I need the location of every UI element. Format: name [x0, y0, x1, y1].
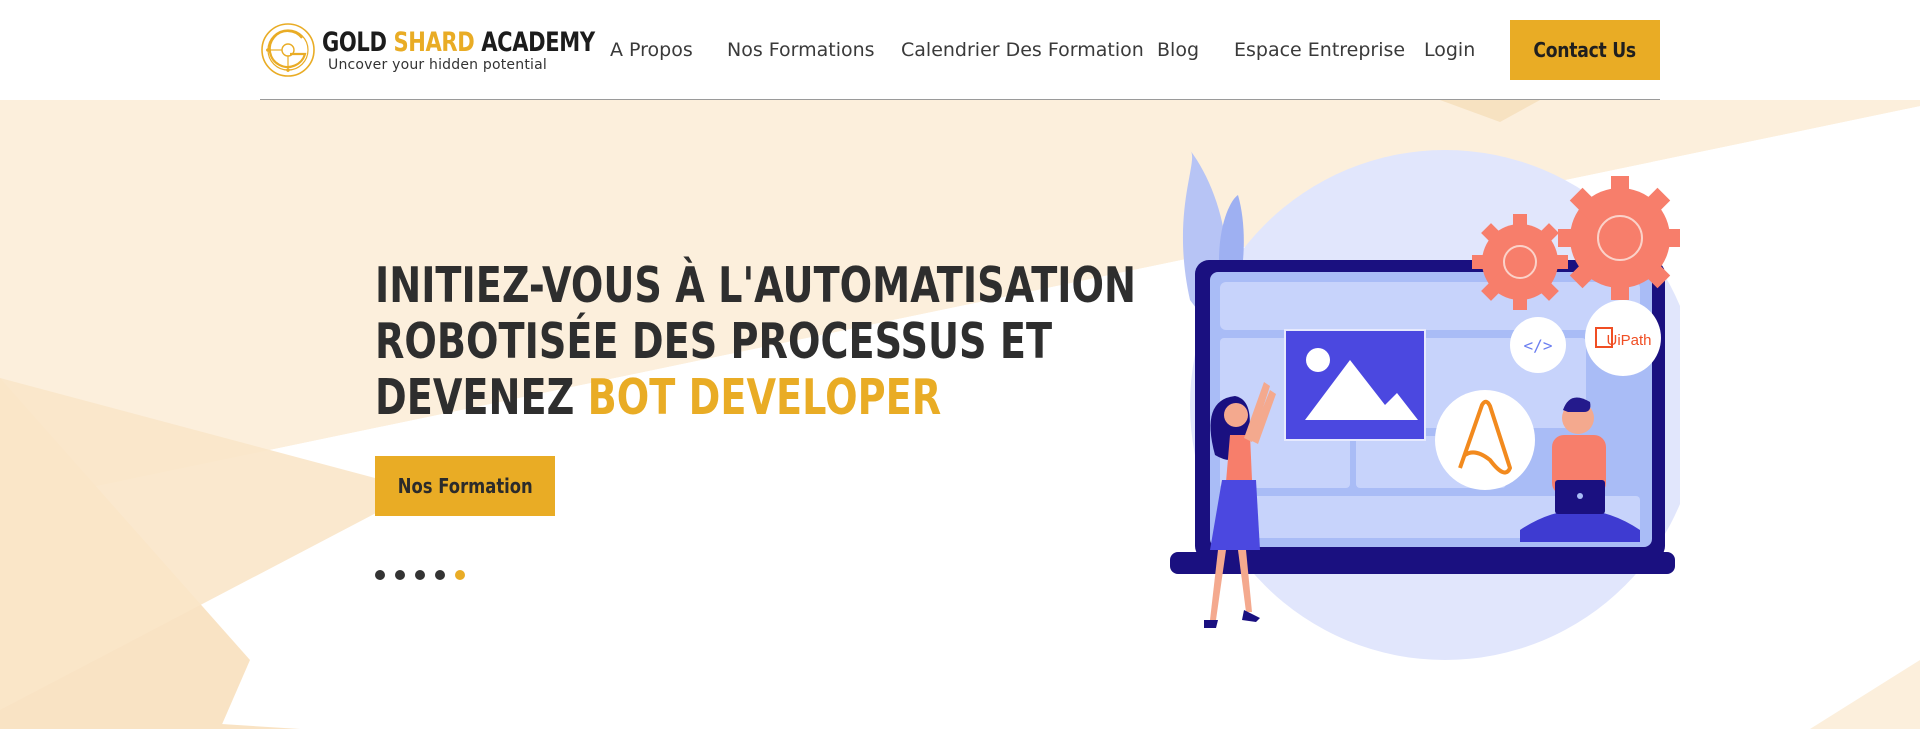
contact-us-button[interactable]: Contact Us [1510, 20, 1660, 80]
site-header: GOLD SHARD ACADEMY Uncover your hidden p… [0, 0, 1920, 100]
image-icon [1284, 329, 1426, 441]
logo-emblem-icon [258, 20, 318, 80]
nav-item-login[interactable]: Login [1424, 36, 1475, 64]
headline-line-2: ROBOTISÉE DES PROCESSUS ET [375, 313, 1053, 370]
nav-item-calendrier[interactable]: Calendrier Des Formation [901, 36, 1144, 64]
slider-dot[interactable] [375, 570, 385, 580]
slider-dot-active[interactable] [455, 570, 465, 580]
headline-line-1: INITIEZ-VOUS À L'AUTOMATISATION [375, 257, 1137, 314]
svg-text:</>: </> [1524, 336, 1553, 355]
slider-dot[interactable] [395, 570, 405, 580]
brand-logo[interactable]: GOLD SHARD ACADEMY Uncover your hidden p… [258, 20, 595, 80]
headline-highlight: BOT DEVELOPER [587, 369, 942, 426]
hero-illustration: </> UiPath [1170, 150, 1680, 660]
nos-formation-button[interactable]: Nos Formation [375, 456, 555, 516]
nav-item-blog[interactable]: Blog [1157, 36, 1199, 64]
nav-item-a-propos[interactable]: A Propos [610, 36, 693, 64]
header-divider [260, 99, 1660, 100]
slider-dot[interactable] [435, 570, 445, 580]
automation-anywhere-logo [1435, 390, 1535, 490]
nav-item-nos-formations[interactable]: Nos Formations [727, 36, 875, 64]
slider-pagination [375, 570, 465, 580]
slider-dot[interactable] [415, 570, 425, 580]
hero-section: INITIEZ-VOUS À L'AUTOMATISATION ROBOTISÉ… [0, 100, 1920, 729]
nav-item-espace-entreprise[interactable]: Espace Entreprise [1234, 36, 1405, 64]
headline-line-3: DEVENEZ BOT DEVELOPER [375, 369, 942, 426]
svg-text:UiPath: UiPath [1606, 332, 1651, 349]
brand-name: GOLD SHARD ACADEMY [322, 27, 595, 58]
hero-headline: INITIEZ-VOUS À L'AUTOMATISATION ROBOTISÉ… [375, 257, 1137, 426]
